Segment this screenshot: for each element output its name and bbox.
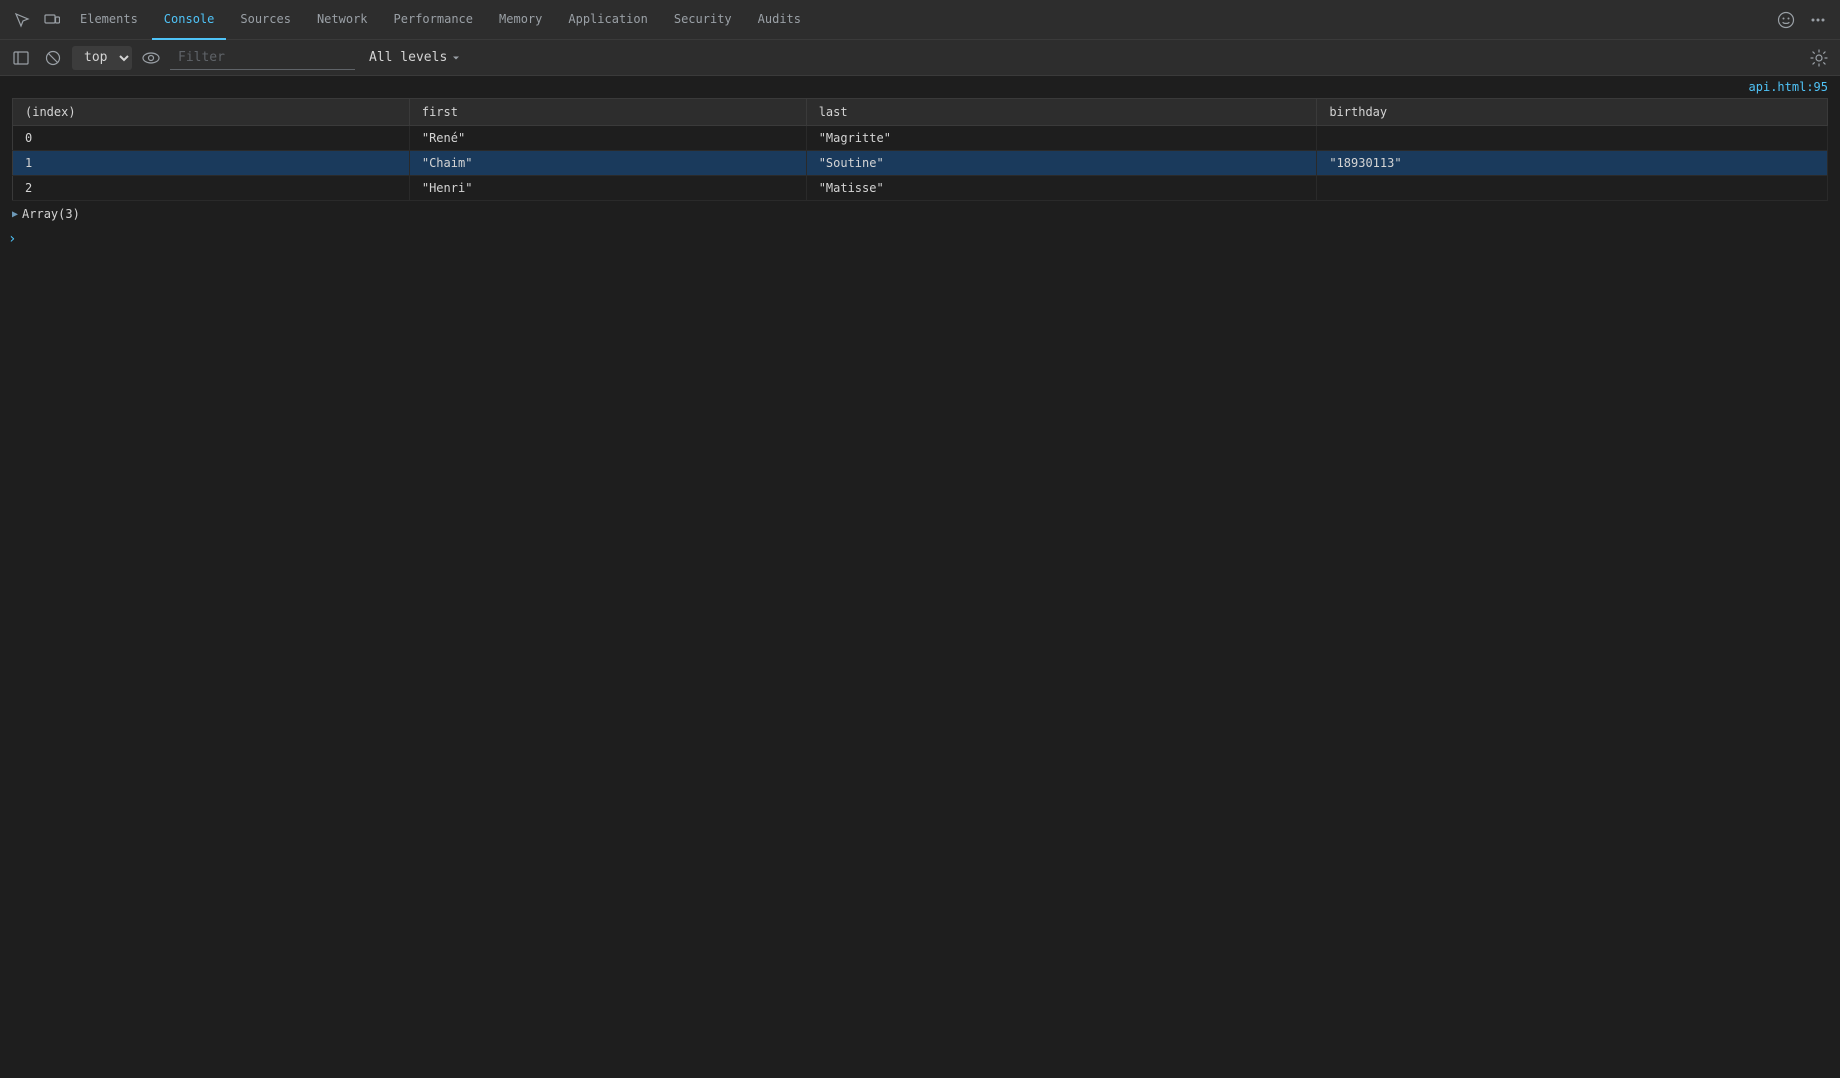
console-table: (index) first last birthday 0"René""Magr… — [12, 98, 1828, 201]
filter-wrapper — [170, 46, 355, 70]
table-row[interactable]: 0"René""Magritte" — [13, 126, 1828, 151]
console-prompt-icon: › — [8, 231, 16, 247]
sidebar-toggle-icon[interactable] — [8, 45, 34, 71]
cell-birthday: "18930113" — [1317, 151, 1828, 176]
cell-first: "René" — [409, 126, 806, 151]
col-first: first — [409, 99, 806, 126]
table-row[interactable]: 2"Henri""Matisse" — [13, 176, 1828, 201]
console-content: api.html:95 (index) first last birthday … — [0, 76, 1840, 1077]
tab-security[interactable]: Security — [662, 0, 744, 40]
tab-network[interactable]: Network — [305, 0, 380, 40]
device-mode-icon[interactable] — [38, 6, 66, 34]
array-label: Array(3) — [22, 207, 80, 221]
col-index: (index) — [13, 99, 410, 126]
console-toolbar: top All levels — [0, 40, 1840, 76]
cell-birthday — [1317, 176, 1828, 201]
cell-index: 1 — [13, 151, 410, 176]
file-reference[interactable]: api.html:95 — [0, 76, 1840, 98]
feedback-icon[interactable] — [1772, 6, 1800, 34]
devtools-nav: Elements Console Sources Network Perform… — [0, 0, 1840, 40]
cell-first: "Chaim" — [409, 151, 806, 176]
select-element-icon[interactable] — [8, 6, 36, 34]
cell-last: "Soutine" — [806, 151, 1317, 176]
more-options-icon[interactable] — [1804, 6, 1832, 34]
tab-console[interactable]: Console — [152, 0, 227, 40]
col-birthday: birthday — [1317, 99, 1828, 126]
cell-index: 2 — [13, 176, 410, 201]
table-header: (index) first last birthday — [13, 99, 1828, 126]
col-last: last — [806, 99, 1317, 126]
clear-console-icon[interactable] — [40, 45, 66, 71]
cell-first: "Henri" — [409, 176, 806, 201]
nav-right-icons — [1772, 6, 1832, 34]
tab-elements[interactable]: Elements — [68, 0, 150, 40]
console-input-row: › — [0, 227, 1840, 251]
filter-input[interactable] — [174, 50, 351, 65]
tab-performance[interactable]: Performance — [382, 0, 485, 40]
cell-index: 0 — [13, 126, 410, 151]
settings-icon[interactable] — [1806, 45, 1832, 71]
array-summary[interactable]: ▶ Array(3) — [0, 201, 1840, 227]
chevron-down-icon — [451, 53, 461, 63]
tab-application[interactable]: Application — [556, 0, 659, 40]
log-levels-button[interactable]: All levels — [361, 46, 469, 70]
table-row[interactable]: 1"Chaim""Soutine""18930113" — [13, 151, 1828, 176]
cell-birthday — [1317, 126, 1828, 151]
tab-audits[interactable]: Audits — [746, 0, 813, 40]
tab-sources[interactable]: Sources — [228, 0, 303, 40]
tab-memory[interactable]: Memory — [487, 0, 554, 40]
live-expressions-icon[interactable] — [138, 45, 164, 71]
levels-label: All levels — [369, 50, 447, 65]
context-selector[interactable]: top — [72, 46, 132, 70]
expand-arrow-icon: ▶ — [12, 209, 18, 220]
cell-last: "Magritte" — [806, 126, 1317, 151]
table-body: 0"René""Magritte"1"Chaim""Soutine""18930… — [13, 126, 1828, 201]
cell-last: "Matisse" — [806, 176, 1317, 201]
